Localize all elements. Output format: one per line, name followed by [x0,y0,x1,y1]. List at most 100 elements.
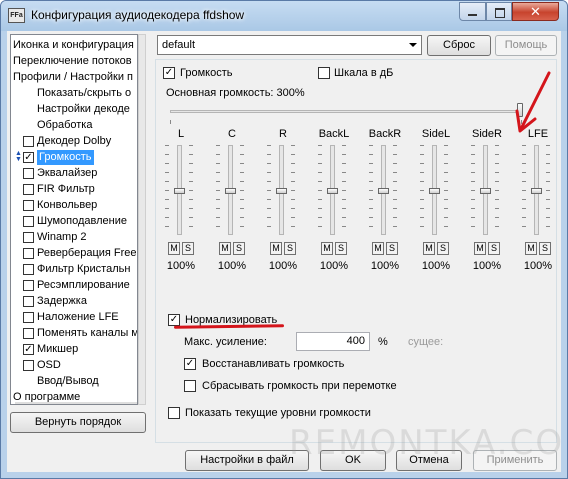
channel-value: 100% [166,260,196,272]
tree-item-checkbox[interactable]: ✓ [23,344,34,355]
channel-slider-thumb[interactable] [327,188,338,194]
tree-item-label: FIR Фильтр [37,183,95,195]
tree-item-checkbox[interactable] [23,264,34,275]
tree-item-checkbox[interactable] [23,232,34,243]
channel-mute-button[interactable]: M [321,242,333,255]
tree-item-checkbox[interactable] [23,248,34,259]
channel-slider-thumb[interactable] [225,188,236,194]
channel-solo-button[interactable]: S [539,242,551,255]
tree-item-checkbox[interactable] [23,216,34,227]
window-title: Конфигурация аудиодекодера ffdshow [31,8,245,22]
ffdshow-audio-config-window: FFa Конфигурация аудиодекодера ffdshow ✕… [0,0,568,479]
channel-solo-button[interactable]: S [437,242,449,255]
max-gain-label: Макс. усиление: [184,336,267,348]
channel-solo-button[interactable]: S [335,242,347,255]
volume-settings-panel: ✓ Громкость Шкала в дБ Основная громкост… [155,59,557,443]
channel-value: 100% [217,260,247,272]
volume-enable-checkbox[interactable]: ✓ [163,67,175,79]
chevron-down-icon [409,43,417,47]
channel-slider-ticks [546,145,550,235]
current-gain-label: сущее: [408,336,444,348]
minimize-button[interactable] [459,2,486,21]
tree-item-label: Эквалайзер [37,167,98,179]
channel-solo-button[interactable]: S [284,242,296,255]
channel-slider-thumb[interactable] [531,188,542,194]
close-button[interactable]: ✕ [512,2,559,21]
channel-slider-ticks [495,145,499,235]
channel-slider-ticks [369,145,373,235]
reset-on-seek-checkbox[interactable] [184,380,196,392]
tree-item-checkbox[interactable] [23,296,34,307]
channel-slider-thumb[interactable] [378,188,389,194]
channel-slider-thumb[interactable] [174,188,185,194]
channel-slider-thumb[interactable] [276,188,287,194]
show-levels-checkbox[interactable] [168,407,180,419]
tree-item-checkbox[interactable] [23,312,34,323]
normalize-checkbox[interactable]: ✓ [168,314,180,326]
restore-volume-label: Восстанавливать громкость [202,358,345,370]
channel-mute-button[interactable]: M [372,242,384,255]
title-bar[interactable]: FFa Конфигурация аудиодекодера ffdshow ✕ [1,1,567,31]
channel-mute-button[interactable]: M [525,242,537,255]
channel-slider-ticks [471,145,475,235]
master-volume-label: Основная громкость: 300% [166,87,305,99]
tree-item-label: Настройки декоде [37,103,130,115]
channel-mute-button[interactable]: M [474,242,486,255]
channel-mute-button[interactable]: M [423,242,435,255]
channel-value: 100% [370,260,400,272]
channel-solo-button[interactable]: S [182,242,194,255]
channel-solo-button[interactable]: S [233,242,245,255]
master-volume-track[interactable] [170,110,522,113]
watermark-logo: REMONTKA.COM [289,423,568,463]
max-gain-input[interactable]: 400 [296,332,370,351]
tree-item-checkbox[interactable]: ✓ [23,152,34,163]
channel-mute-button[interactable]: M [219,242,231,255]
restore-volume-checkbox[interactable]: ✓ [184,358,196,370]
tree-item-label: OSD [37,359,61,371]
channel-slider-thumb[interactable] [429,188,440,194]
tree-item-checkbox[interactable] [23,200,34,211]
tree-item-label: Профили / Настройки п [13,71,134,83]
tree-item-checkbox[interactable] [23,136,34,147]
tree-item-label: Конвольвер [37,199,98,211]
channel-slider-ticks [420,145,424,235]
channel-slider-ticks [291,145,295,235]
tree-item-label: Показать/скрыть о [37,87,132,99]
settings-tree[interactable]: Иконка и конфигурация Переключение потоко… [10,34,138,405]
tree-item-label: Задержка [37,295,87,307]
help-button[interactable]: Помощь [495,35,557,56]
channel-mute-button[interactable]: M [270,242,282,255]
tree-item-checkbox[interactable] [23,328,34,339]
channel-solo-button[interactable]: S [488,242,500,255]
ffdshow-app-icon: FFa [8,8,25,23]
channel-value: 100% [319,260,349,272]
channel-slider-thumb[interactable] [480,188,491,194]
channel-label: SideL [421,128,451,140]
tree-vertical-scrollbar[interactable] [138,34,146,405]
restore-order-button[interactable]: Вернуть порядок [10,412,146,433]
master-volume-ticks [170,120,522,124]
tree-item-checkbox[interactable] [23,360,34,371]
db-scale-checkbox[interactable] [318,67,330,79]
profile-select[interactable]: default [157,35,422,55]
channel-mute-button[interactable]: M [168,242,180,255]
tree-item-label: Обработка [37,119,93,131]
tree-horizontal-scrollbar[interactable] [15,402,137,404]
tree-item-label: Поменять каналы м [37,327,138,339]
channel-label: C [228,128,236,140]
dialog-client-area: Иконка и конфигурация Переключение потоко… [7,31,567,472]
reset-button[interactable]: Сброс [427,35,491,56]
channel-slider-ticks [189,145,193,235]
tree-item-label: Фильтр Кристальн [37,263,131,275]
channel-label: SideR [472,128,502,140]
channel-solo-button[interactable]: S [386,242,398,255]
channel-slider-ticks [240,145,244,235]
channel-slider-ticks [522,145,526,235]
channel-slider-ticks [444,145,448,235]
tree-item-checkbox[interactable] [23,168,34,179]
tree-item-checkbox[interactable] [23,184,34,195]
tree-item-checkbox[interactable] [23,280,34,291]
reorder-arrows-icon[interactable]: ▲ ▼ [15,150,22,163]
maximize-button[interactable] [486,2,512,21]
tree-item-label: Шумоподавление [37,215,127,227]
